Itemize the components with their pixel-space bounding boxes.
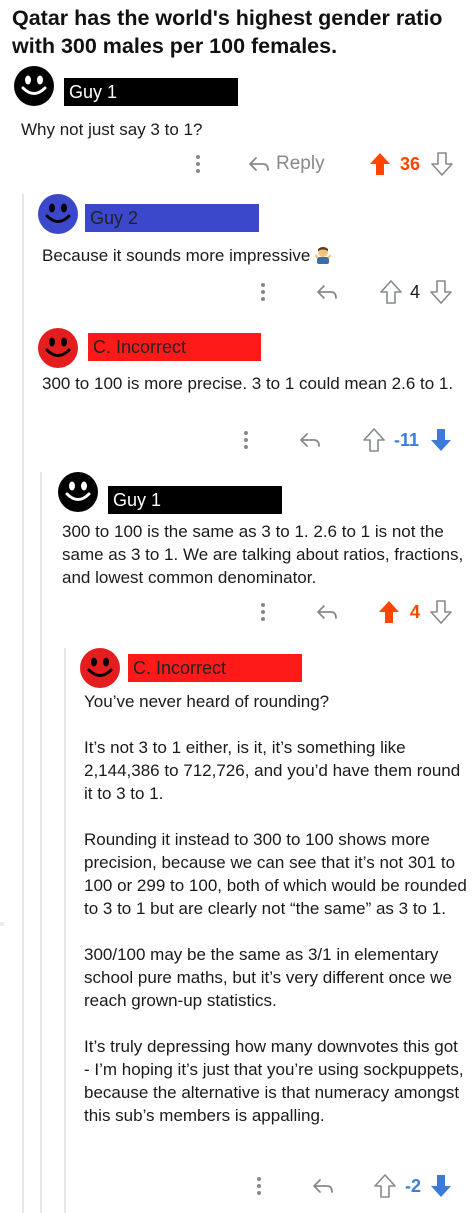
more-options-icon[interactable]: [193, 150, 203, 178]
reply-icon[interactable]: [316, 604, 338, 620]
comment: Guy 2 Because it sounds more impressive: [38, 194, 458, 265]
comment-text: 300/100 may be the same as 3/1 in elemen…: [84, 945, 452, 1010]
post-title: Qatar has the world's highest gender rat…: [12, 6, 443, 58]
upvote-icon[interactable]: [374, 1174, 396, 1198]
thread-line[interactable]: [40, 472, 42, 1213]
comment: C. Incorrect You’ve never heard of round…: [80, 648, 468, 1125]
more-options-icon[interactable]: [260, 602, 266, 622]
thread-line[interactable]: [22, 194, 24, 1213]
comment-actions: 4: [0, 278, 474, 306]
upvote-icon[interactable]: [378, 600, 400, 624]
comment: C. Incorrect 300 to 100 is more precise.…: [38, 328, 458, 393]
comment-text: 300 to 100 is the same as 3 to 1. 2.6 to…: [62, 522, 464, 587]
reply-icon[interactable]: [312, 1178, 334, 1194]
comment-actions: Reply 36: [0, 150, 474, 178]
comment-header: Guy 1: [14, 66, 464, 106]
comment-text: 300 to 100 is more precise. 3 to 1 could…: [42, 374, 454, 393]
vote-score: -2: [405, 1176, 422, 1196]
thread-line[interactable]: [64, 648, 66, 1213]
reply-button[interactable]: Reply: [248, 150, 325, 178]
reply-icon[interactable]: [316, 284, 338, 300]
comment-header: Guy 2: [38, 194, 458, 234]
more-options-icon[interactable]: [256, 1176, 262, 1196]
comment-body: Why not just say 3 to 1?: [21, 118, 461, 141]
reply-icon: [249, 157, 269, 171]
comment-header: C. Incorrect: [38, 328, 458, 368]
comment-body: You’ve never heard of rounding? It’s not…: [84, 690, 468, 1127]
more-options-icon[interactable]: [243, 430, 249, 450]
comment-body: 300 to 100 is the same as 3 to 1. 2.6 to…: [62, 520, 468, 589]
red-smiley-icon: [80, 648, 120, 688]
upvote-icon[interactable]: [363, 428, 385, 452]
upvote-icon[interactable]: [369, 152, 391, 176]
black-smiley-icon: [58, 472, 98, 512]
upvote-icon[interactable]: [380, 280, 402, 304]
reply-icon[interactable]: [299, 432, 321, 448]
downvote-icon[interactable]: [431, 152, 453, 176]
comment-actions: -2: [0, 1172, 474, 1200]
comment: Guy 1 Why not just say 3 to 1?: [14, 66, 464, 139]
comment-header: C. Incorrect: [80, 648, 468, 688]
vote-score: 4: [410, 282, 421, 302]
vote-score: 36: [400, 154, 421, 174]
author-name[interactable]: C. Incorrect: [88, 333, 261, 361]
blue-smiley-icon: [38, 194, 78, 234]
author-name[interactable]: Guy 1: [64, 78, 238, 106]
red-smiley-icon: [38, 328, 78, 368]
comment-body: 300 to 100 is more precise. 3 to 1 could…: [42, 372, 460, 395]
scroll-marker: [0, 922, 4, 926]
more-options-icon[interactable]: [260, 282, 266, 302]
comment-text: It’s truly depressing how many downvotes…: [84, 1037, 464, 1125]
author-name[interactable]: C. Incorrect: [128, 654, 302, 682]
downvote-icon[interactable]: [430, 280, 452, 304]
comment-text: You’ve never heard of rounding?: [84, 692, 330, 711]
comment-actions: -11: [0, 426, 474, 454]
comment-text: Because it sounds more impressive: [42, 244, 462, 267]
comment-actions: 4: [0, 598, 474, 626]
vote-score: 4: [410, 602, 421, 622]
comment-text: Why not just say 3 to 1?: [21, 120, 203, 139]
author-name[interactable]: Guy 2: [85, 204, 259, 232]
downvote-icon[interactable]: [430, 600, 452, 624]
downvote-icon[interactable]: [430, 1174, 452, 1198]
vote-score: -11: [394, 430, 420, 450]
comment-body: Because it sounds more impressive: [42, 244, 462, 267]
comment: Guy 1 300 to 100 is the same as 3 to 1. …: [58, 472, 468, 587]
black-smiley-icon: [14, 66, 54, 106]
comment-text: Rounding it instead to 300 to 100 shows …: [84, 830, 467, 918]
comment-header: Guy 1: [58, 472, 468, 514]
author-name[interactable]: Guy 1: [108, 486, 282, 514]
downvote-icon[interactable]: [430, 428, 452, 452]
reply-label: Reply: [276, 153, 325, 174]
comment-text: It’s not 3 to 1 either, is it, it’s some…: [84, 738, 461, 803]
shrug-emoji-icon: [314, 246, 332, 264]
